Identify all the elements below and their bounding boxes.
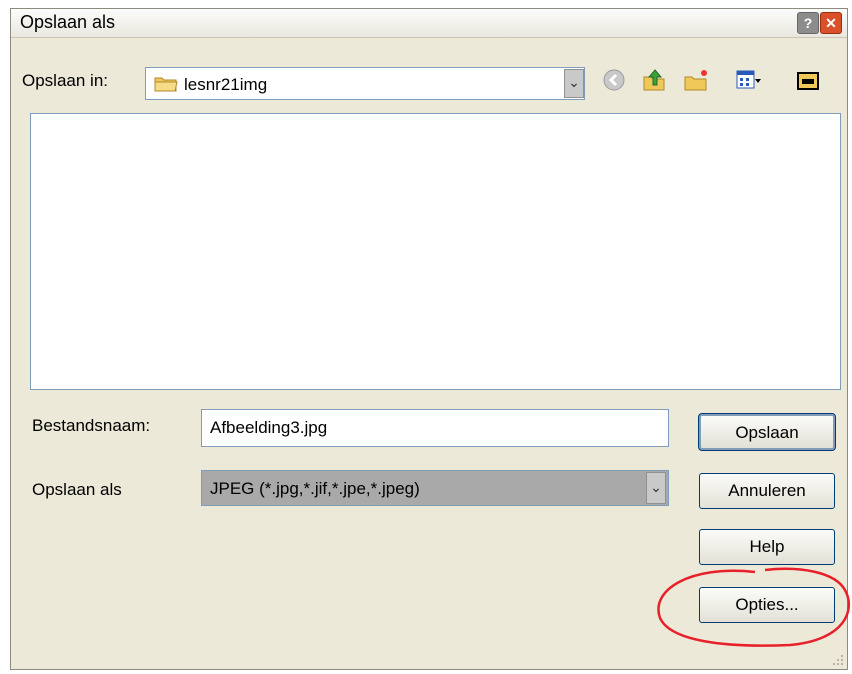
question-icon: ? [803,15,813,31]
folder-icon [154,77,178,92]
filetype-select[interactable]: JPEG (*.jpg,*.jif,*.jpe,*.jpeg) ⌄ [201,470,669,506]
dialog-title: Opslaan als [20,12,116,32]
help-button-label: Help [749,537,785,556]
view-menu-icon[interactable] [735,67,761,93]
cancel-button[interactable]: Annuleren [699,473,835,509]
save-as-dialog: Opslaan als ? ✕ Opslaan in: lesnr21img ⌄ [10,8,848,670]
filename-value: Afbeelding3.jpg [210,418,328,437]
chevron-down-icon: ⌄ [650,479,662,495]
options-button-label: Opties... [735,595,799,614]
cancel-button-label: Annuleren [728,481,806,500]
new-folder-icon[interactable] [683,67,709,93]
save-in-dropdown-button[interactable]: ⌄ [564,69,584,98]
tools-folder-icon[interactable] [795,67,821,93]
chevron-down-icon: ⌄ [568,74,580,90]
filename-label: Bestandsnaam: [32,416,151,435]
title-help-button[interactable]: ? [797,12,819,34]
back-icon[interactable] [601,67,627,93]
filetype-label: Opslaan als [32,480,122,499]
save-in-combo[interactable]: lesnr21img ⌄ [145,67,585,100]
up-one-level-icon[interactable] [641,67,667,93]
options-button[interactable]: Opties... [699,587,835,623]
save-button-label: Opslaan [735,423,799,442]
filetype-value: JPEG (*.jpg,*.jif,*.jpe,*.jpeg) [210,479,420,498]
save-button[interactable]: Opslaan [698,413,836,451]
filetype-dropdown-button[interactable]: ⌄ [646,472,666,504]
close-icon: ✕ [825,15,837,31]
title-bar[interactable]: Opslaan als ? ✕ [11,9,847,38]
help-button[interactable]: Help [699,529,835,565]
close-button[interactable]: ✕ [820,12,842,34]
file-list[interactable] [30,113,841,390]
resize-grip-icon[interactable] [829,651,845,667]
save-in-value: lesnr21img [184,75,268,94]
filename-input[interactable]: Afbeelding3.jpg [201,409,669,447]
save-in-label: Opslaan in: [22,71,108,90]
